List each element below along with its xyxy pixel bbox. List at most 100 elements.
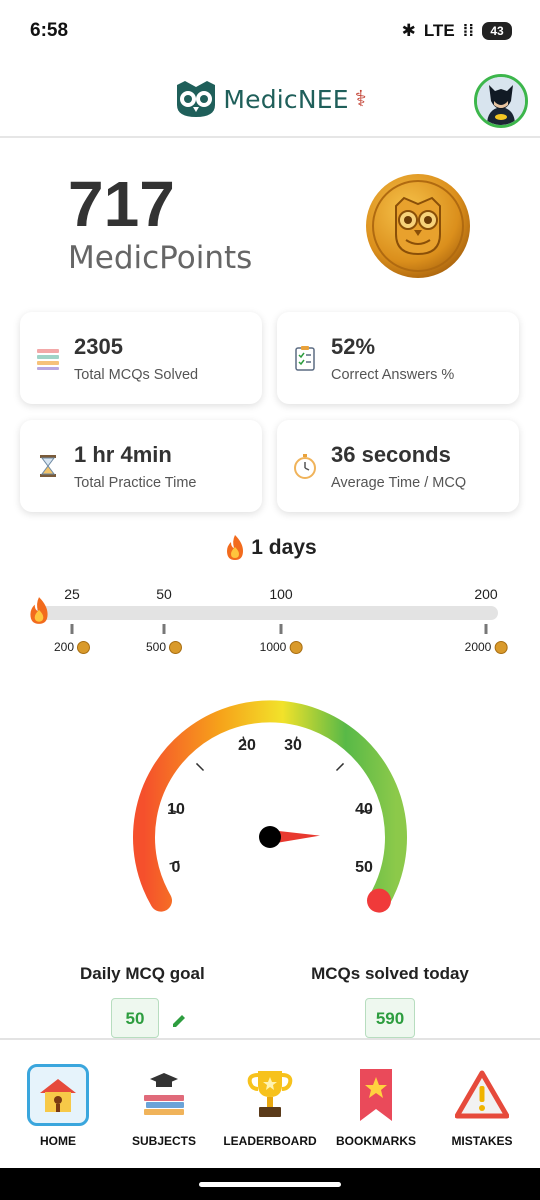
milestone-reward: 1000 bbox=[260, 640, 303, 654]
nav-icon-frame bbox=[239, 1064, 301, 1126]
nav-label: HOME bbox=[40, 1134, 76, 1148]
nav-home[interactable]: HOME bbox=[8, 1064, 108, 1148]
app-header: MedicNEE ⚕ bbox=[0, 62, 540, 138]
streak-text: 1 days bbox=[251, 536, 317, 559]
caduceus-icon: ⚕ bbox=[354, 86, 367, 111]
milestone-reward: 200 bbox=[53, 640, 91, 654]
stat-value: 2305 bbox=[74, 333, 123, 359]
streak-milestones: 25 50 100 200 200 500 1000 2000 bbox=[0, 580, 540, 660]
nav-label: SUBJECTS bbox=[131, 1134, 196, 1148]
streak: 1 days bbox=[0, 534, 540, 562]
milestone-tick bbox=[484, 624, 488, 634]
pencil-icon[interactable] bbox=[170, 1012, 188, 1030]
gauge-label: 40 bbox=[355, 800, 373, 818]
trophy-icon bbox=[247, 1071, 293, 1117]
owl-coin-icon bbox=[366, 174, 470, 278]
owl-logo-icon bbox=[177, 81, 216, 117]
app-name: MedicNEE bbox=[223, 84, 349, 114]
points-summary: 717 MedicPoints bbox=[68, 168, 252, 276]
stat-label: Total Practice Time bbox=[74, 474, 197, 491]
milestone-tick bbox=[162, 624, 166, 634]
bottom-nav: HOME SUBJECTS LEADERBOARD BOOKMARKS MIST… bbox=[0, 1038, 540, 1168]
fire-icon bbox=[227, 535, 244, 560]
bookmark-star-icon bbox=[360, 1069, 392, 1121]
gauge-tick bbox=[335, 762, 345, 772]
stat-value: 36 seconds bbox=[331, 441, 451, 467]
solved-today: MCQs solved today 590 bbox=[300, 964, 480, 1038]
gauge-hub bbox=[259, 826, 281, 848]
milestone-reward: 2000 bbox=[465, 640, 508, 654]
milestone-days: 100 bbox=[269, 586, 293, 602]
gauge-label: 0 bbox=[171, 859, 181, 877]
coin-icon bbox=[169, 640, 183, 654]
network-label: LTE bbox=[423, 21, 455, 40]
nav-label: MISTAKES bbox=[451, 1134, 513, 1148]
fire-icon bbox=[30, 597, 48, 624]
stat-label: Average Time / MCQ bbox=[331, 474, 467, 491]
status-bar: 6:58 ✱ LTE ⁞⁞ 43 bbox=[0, 0, 540, 62]
gauge-label: 50 bbox=[355, 859, 373, 877]
nav-icon-frame bbox=[451, 1064, 513, 1126]
gauge-label: 20 bbox=[238, 737, 256, 755]
nav-subjects[interactable]: SUBJECTS bbox=[114, 1064, 214, 1148]
reward-value: 200 bbox=[53, 640, 75, 654]
points-value: 717 bbox=[68, 168, 175, 240]
signal-icon: ⁞⁞ bbox=[462, 21, 474, 40]
milestone-tick bbox=[279, 624, 283, 634]
gauge-dial bbox=[133, 700, 407, 913]
nav-icon-frame bbox=[345, 1064, 407, 1126]
stat-card-correct-answers: 52% Correct Answers % bbox=[277, 312, 519, 404]
stat-card-mcqs-solved: 2305 Total MCQs Solved bbox=[20, 312, 262, 404]
daily-goal-title: Daily MCQ goal bbox=[80, 964, 205, 983]
home-gesture-bar[interactable] bbox=[199, 1182, 341, 1187]
milestone-tick bbox=[70, 624, 74, 634]
nav-label: LEADERBOARD bbox=[223, 1134, 317, 1148]
daily-progress-gauge: 0 10 20 30 40 50 bbox=[100, 690, 440, 930]
avatar[interactable] bbox=[474, 74, 528, 128]
hourglass-icon bbox=[40, 455, 56, 477]
warning-icon bbox=[455, 1070, 509, 1119]
nav-icon-frame bbox=[133, 1064, 195, 1126]
milestone-days: 50 bbox=[156, 586, 172, 602]
solved-today-value: 590 bbox=[364, 998, 416, 1038]
gauge-label: 10 bbox=[167, 800, 185, 818]
reward-value: 2000 bbox=[464, 640, 492, 654]
nav-leaderboard[interactable]: LEADERBOARD bbox=[220, 1064, 320, 1148]
stopwatch-icon bbox=[294, 454, 316, 479]
battery-icon: 43 bbox=[482, 22, 512, 40]
milestone-reward: 500 bbox=[145, 640, 183, 654]
gauge-label: 30 bbox=[284, 737, 302, 755]
milestone-days: 200 bbox=[474, 586, 498, 602]
stat-card-average-time: 36 seconds Average Time / MCQ bbox=[277, 420, 519, 512]
nav-label: BOOKMARKS bbox=[336, 1134, 416, 1148]
clipboard-check-icon bbox=[295, 346, 315, 371]
graduation-books-icon bbox=[144, 1073, 184, 1115]
reward-value: 500 bbox=[145, 640, 167, 654]
reward-value: 1000 bbox=[259, 640, 287, 654]
home-icon bbox=[40, 1079, 76, 1112]
coin-icon bbox=[77, 640, 91, 654]
nav-icon-frame bbox=[27, 1064, 89, 1126]
system-gesture-area bbox=[0, 1168, 540, 1200]
avatar-image bbox=[477, 77, 525, 125]
points-label: MedicPoints bbox=[68, 240, 253, 276]
nav-mistakes[interactable]: MISTAKES bbox=[432, 1064, 532, 1148]
stat-value: 52% bbox=[331, 333, 376, 359]
stat-card-practice-time: 1 hr 4min Total Practice Time bbox=[20, 420, 262, 512]
solved-today-title: MCQs solved today bbox=[311, 964, 469, 983]
coin-icon bbox=[494, 640, 508, 654]
status-icons: ✱ LTE ⁞⁞ 43 bbox=[402, 21, 512, 41]
books-icon bbox=[37, 349, 59, 370]
nav-bookmarks[interactable]: BOOKMARKS bbox=[326, 1064, 426, 1148]
stat-label: Total MCQs Solved bbox=[74, 366, 199, 383]
coin-icon bbox=[289, 640, 303, 654]
stat-label: Correct Answers % bbox=[331, 366, 455, 383]
daily-goal-value: 50 bbox=[111, 998, 159, 1038]
stat-value: 1 hr 4min bbox=[74, 441, 172, 467]
status-time: 6:58 bbox=[30, 20, 69, 41]
milestone-days: 25 bbox=[64, 586, 80, 602]
app-logo: MedicNEE ⚕ bbox=[173, 79, 367, 119]
gauge-value-dot bbox=[367, 888, 391, 913]
bluetooth-icon: ✱ bbox=[401, 21, 416, 40]
streak-progress-track bbox=[36, 606, 498, 620]
